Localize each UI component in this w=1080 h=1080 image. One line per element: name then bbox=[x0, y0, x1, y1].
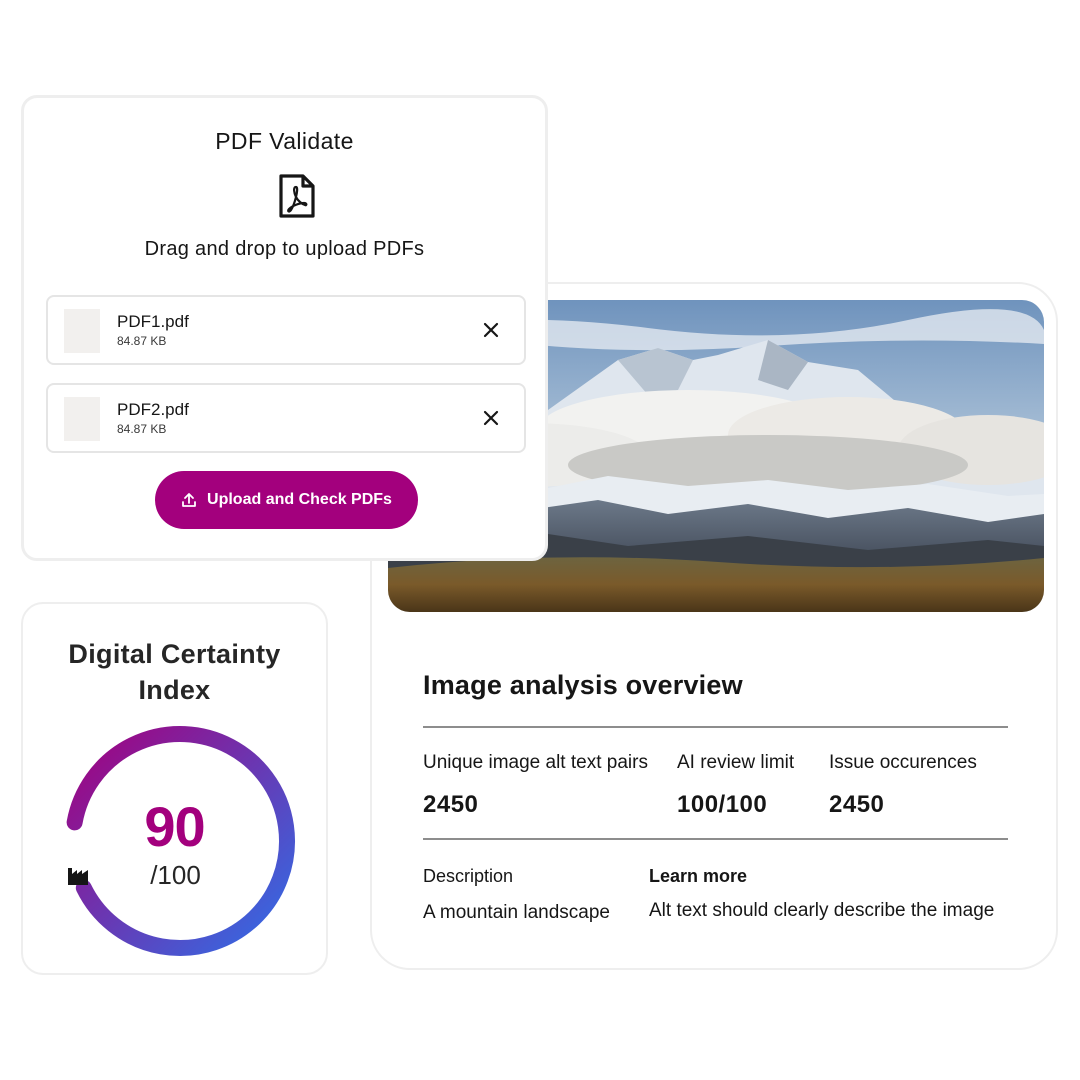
metric-issue-occurences: Issue occurences 2450 bbox=[829, 752, 977, 819]
file-name: PDF1.pdf bbox=[117, 312, 189, 331]
divider bbox=[423, 838, 1008, 840]
divider bbox=[423, 726, 1008, 728]
file-name: PDF2.pdf bbox=[117, 400, 189, 419]
file-item: PDF2.pdf 84.87 KB bbox=[46, 383, 526, 453]
description-text: A mountain landscape bbox=[423, 902, 610, 923]
dci-title-line: Index bbox=[138, 675, 211, 705]
file-size: 84.87 KB bbox=[117, 334, 167, 348]
upload-and-check-button[interactable]: Upload and Check PDFs bbox=[155, 471, 418, 529]
dropzone-instructions[interactable]: Drag and drop to upload PDFs bbox=[24, 238, 545, 261]
close-icon[interactable] bbox=[482, 321, 500, 339]
score-value: 90 bbox=[144, 795, 205, 858]
file-size: 84.87 KB bbox=[117, 422, 167, 436]
learn-more-link[interactable]: Learn more bbox=[649, 866, 994, 887]
factory-icon bbox=[68, 868, 88, 885]
pdf-file-icon bbox=[279, 174, 315, 218]
description-section: Description A mountain landscape bbox=[423, 866, 610, 924]
description-heading: Description bbox=[423, 866, 514, 886]
metric-value: 2450 bbox=[423, 791, 479, 818]
metric-value: 100/100 bbox=[677, 791, 768, 818]
upload-button-label: Upload and Check PDFs bbox=[207, 491, 392, 508]
metric-value: 2450 bbox=[829, 791, 885, 818]
close-icon[interactable] bbox=[482, 409, 500, 427]
file-thumbnail bbox=[64, 309, 100, 353]
dci-title: Digital Certainty Index bbox=[23, 636, 326, 708]
learn-more-text: Alt text should clearly describe the ima… bbox=[649, 900, 995, 921]
metric-label: Unique image alt text pairs bbox=[423, 752, 648, 773]
digital-certainty-index-card: Digital Certainty Index 90 /100 bbox=[21, 602, 328, 975]
file-thumbnail bbox=[64, 397, 100, 441]
learn-more-section: Learn more Alt text should clearly descr… bbox=[649, 866, 994, 922]
metric-label: Issue occurences bbox=[829, 752, 977, 773]
page-canvas: Image analysis overview Unique image alt… bbox=[0, 0, 1080, 1080]
pdf-validate-card[interactable]: PDF Validate Drag and drop to upload PDF… bbox=[21, 95, 548, 561]
analysis-title: Image analysis overview bbox=[423, 670, 743, 700]
file-item: PDF1.pdf 84.87 KB bbox=[46, 295, 526, 365]
metric-review-limit: AI review limit 100/100 bbox=[677, 752, 794, 819]
metric-unique-pairs: Unique image alt text pairs 2450 bbox=[423, 752, 648, 819]
upload-icon bbox=[182, 493, 196, 507]
metric-label: AI review limit bbox=[677, 752, 795, 773]
pdf-validate-title: PDF Validate bbox=[215, 128, 354, 154]
dci-title-line: Digital Certainty bbox=[68, 639, 281, 669]
